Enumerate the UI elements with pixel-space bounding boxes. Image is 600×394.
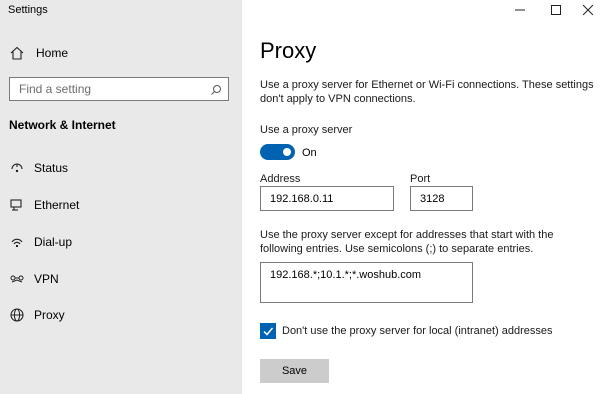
section-title: Network & Internet (9, 118, 116, 132)
vpn-icon (8, 270, 26, 288)
proxy-description: Use a proxy server for Ethernet or Wi-Fi… (260, 79, 594, 105)
local-bypass-label: Don't use the proxy server for local (in… (282, 325, 553, 337)
sidebar-item-label: Dial-up (34, 235, 73, 249)
local-bypass-checkbox[interactable] (260, 323, 276, 339)
minimize-icon (515, 9, 525, 11)
close-button[interactable] (578, 2, 598, 18)
use-proxy-label: Use a proxy server (260, 124, 353, 136)
address-field[interactable]: 192.168.0.11 (260, 186, 394, 211)
toggle-knob (283, 148, 291, 156)
sidebar-item-ethernet[interactable]: Ethernet (8, 195, 208, 215)
address-value: 192.168.0.11 (270, 193, 334, 205)
exceptions-textarea[interactable]: 192.168.*;10.1.*;*.woshub.com (260, 262, 473, 303)
checkmark-icon (263, 327, 274, 336)
sidebar: Settings Home Find a setting Network & I… (0, 0, 242, 394)
sidebar-item-vpn[interactable]: VPN (8, 269, 208, 289)
home-label: Home (36, 46, 69, 60)
sidebar-item-dialup[interactable]: Dial-up (8, 232, 208, 252)
maximize-button[interactable] (546, 2, 566, 18)
status-icon (8, 159, 26, 177)
port-label: Port (410, 173, 431, 185)
search-placeholder: Find a setting (19, 82, 92, 96)
ethernet-icon (8, 196, 26, 214)
address-label: Address (260, 173, 301, 185)
window-title: Settings (8, 4, 48, 16)
exceptions-value: 192.168.*;10.1.*;*.woshub.com (270, 269, 422, 281)
sidebar-item-label: Status (34, 161, 69, 175)
port-value: 3128 (420, 193, 445, 205)
sidebar-item-label: Proxy (34, 308, 65, 322)
search-input[interactable]: Find a setting (9, 77, 229, 101)
dialup-icon (8, 233, 26, 251)
exceptions-label: Use the proxy server except for addresse… (260, 229, 554, 255)
home-nav-item[interactable]: Home (8, 44, 208, 62)
port-field[interactable]: 3128 (410, 186, 473, 211)
save-button[interactable]: Save (260, 359, 329, 383)
maximize-icon (551, 5, 561, 15)
home-icon (8, 44, 26, 62)
close-icon (583, 5, 593, 15)
sidebar-item-label: Ethernet (34, 198, 80, 212)
page-title: Proxy (260, 38, 317, 63)
sidebar-item-label: VPN (34, 272, 59, 286)
sidebar-item-proxy[interactable]: Proxy (8, 305, 208, 325)
toggle-state-label: On (302, 147, 317, 159)
minimize-button[interactable] (510, 2, 530, 18)
search-icon (210, 83, 222, 95)
globe-icon (8, 306, 26, 324)
sidebar-item-status[interactable]: Status (8, 158, 208, 178)
use-proxy-toggle[interactable] (260, 144, 295, 160)
